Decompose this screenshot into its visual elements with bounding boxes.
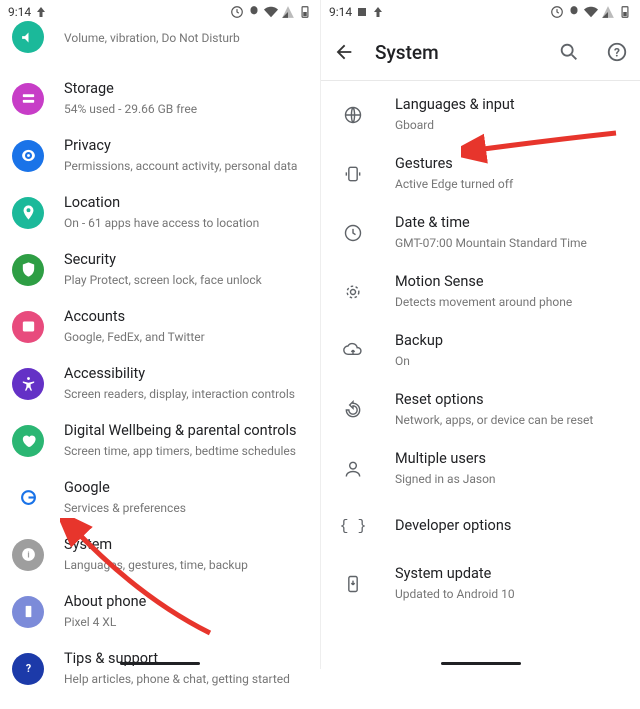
- item-title: Tips & support: [64, 650, 304, 669]
- item-title: Privacy: [64, 137, 304, 156]
- item-title: Motion Sense: [395, 273, 624, 292]
- motion-icon: [337, 276, 369, 308]
- item-title: System update: [395, 565, 624, 584]
- item-title: Accessibility: [64, 365, 304, 384]
- item-title: Reset options: [395, 391, 624, 410]
- system-settings-screen: 9:14 System ? Languages & input Gboard: [320, 0, 640, 669]
- item-sub: Detects movement around phone: [395, 294, 624, 310]
- settings-item-accessibility[interactable]: Accessibility Screen readers, display, i…: [0, 355, 320, 412]
- item-title: Date & time: [395, 214, 624, 233]
- item-title: Accounts: [64, 308, 304, 327]
- sound-icon: [12, 21, 44, 53]
- google-icon: [12, 482, 44, 514]
- status-time: 9:14: [8, 5, 31, 19]
- item-title: Gestures: [395, 155, 624, 174]
- item-sub: Updated to Android 10: [395, 586, 624, 602]
- settings-item-about[interactable]: About phone Pixel 4 XL: [0, 583, 320, 640]
- item-sub: 54% used - 29.66 GB free: [64, 101, 304, 117]
- system-item-users[interactable]: Multiple users Signed in as Jason: [321, 439, 640, 498]
- item-title: Digital Wellbeing & parental controls: [64, 422, 304, 441]
- status-bar: 9:14: [321, 0, 640, 24]
- item-sub: GMT-07:00 Mountain Standard Time: [395, 235, 624, 251]
- item-title: Google: [64, 479, 304, 498]
- settings-list: Volume, vibration, Do Not Disturb Storag…: [0, 14, 320, 709]
- item-sub: Permissions, account activity, personal …: [64, 158, 304, 174]
- status-icons: [550, 5, 632, 19]
- storage-icon: [12, 83, 44, 115]
- reset-icon: [337, 394, 369, 426]
- location-icon: [12, 197, 44, 229]
- item-sub: Play Protect, screen lock, face unlock: [64, 272, 304, 288]
- security-icon: [12, 254, 44, 286]
- backup-icon: [337, 335, 369, 367]
- item-title: Languages & input: [395, 96, 624, 115]
- item-sub: Gboard: [395, 117, 624, 133]
- item-sub: Network, apps, or device can be reset: [395, 412, 624, 428]
- settings-item-system[interactable]: i System Languages, gestures, time, back…: [0, 526, 320, 583]
- system-item-languages[interactable]: Languages & input Gboard: [321, 85, 640, 144]
- system-item-gestures[interactable]: Gestures Active Edge turned off: [321, 144, 640, 203]
- about-icon: [12, 596, 44, 628]
- gesture-icon: [337, 158, 369, 190]
- nav-pill[interactable]: [120, 662, 200, 665]
- system-item-update[interactable]: System update Updated to Android 10: [321, 554, 640, 613]
- dev-icon: { }: [337, 510, 369, 542]
- settings-item-privacy[interactable]: Privacy Permissions, account activity, p…: [0, 127, 320, 184]
- system-item-reset[interactable]: Reset options Network, apps, or device c…: [321, 380, 640, 439]
- item-title: About phone: [64, 593, 304, 612]
- settings-item-storage[interactable]: Storage 54% used - 29.66 GB free: [0, 70, 320, 127]
- item-title: Multiple users: [395, 450, 624, 469]
- header: System ?: [321, 24, 640, 80]
- settings-item-google[interactable]: Google Services & preferences: [0, 469, 320, 526]
- item-sub: Screen time, app timers, bedtime schedul…: [64, 443, 304, 459]
- item-title: Storage: [64, 80, 304, 99]
- item-sub: Help articles, phone & chat, getting sta…: [64, 671, 304, 687]
- item-title: Developer options: [395, 517, 624, 536]
- settings-item-security[interactable]: Security Play Protect, screen lock, face…: [0, 241, 320, 298]
- wellbeing-icon: [12, 425, 44, 457]
- settings-item-accounts[interactable]: Accounts Google, FedEx, and Twitter: [0, 298, 320, 355]
- item-sub: Active Edge turned off: [395, 176, 624, 192]
- clock-icon: [337, 217, 369, 249]
- globe-icon: [337, 99, 369, 131]
- settings-item-location[interactable]: Location On - 61 apps have access to loc…: [0, 184, 320, 241]
- system-list: Languages & input Gboard Gestures Active…: [321, 85, 640, 625]
- status-icons: [230, 5, 312, 19]
- system-item-backup[interactable]: Backup On: [321, 321, 640, 380]
- svg-text:?: ?: [614, 46, 620, 60]
- item-title: Security: [64, 251, 304, 270]
- back-icon[interactable]: [333, 41, 355, 63]
- header-title: System: [375, 41, 538, 64]
- item-sub: Signed in as Jason: [395, 471, 624, 487]
- item-sub: Google, FedEx, and Twitter: [64, 329, 304, 345]
- item-title: System: [64, 536, 304, 555]
- divider: [321, 80, 640, 81]
- user-icon: [337, 453, 369, 485]
- item-sub: Pixel 4 XL: [64, 614, 304, 630]
- settings-item-sound[interactable]: Volume, vibration, Do Not Disturb: [0, 14, 320, 70]
- item-title: Location: [64, 194, 304, 213]
- item-sub: Languages, gestures, time, backup: [64, 557, 304, 573]
- system-icon: i: [12, 539, 44, 571]
- system-item-developer[interactable]: { } Developer options: [321, 498, 640, 554]
- update-icon: [337, 568, 369, 600]
- item-sub: Services & preferences: [64, 500, 304, 516]
- system-item-datetime[interactable]: Date & time GMT-07:00 Mountain Standard …: [321, 203, 640, 262]
- item-sub: On - 61 apps have access to location: [64, 215, 304, 231]
- item-title: Backup: [395, 332, 624, 351]
- accessibility-icon: [12, 368, 44, 400]
- accounts-icon: [12, 311, 44, 343]
- privacy-icon: [12, 140, 44, 172]
- help-icon[interactable]: ?: [606, 41, 628, 63]
- svg-text:i: i: [27, 551, 29, 561]
- settings-item-wellbeing[interactable]: Digital Wellbeing & parental controls Sc…: [0, 412, 320, 469]
- search-icon[interactable]: [558, 41, 580, 63]
- settings-main-screen: 9:14 Volume, vibration, Do Not Disturb: [0, 0, 320, 669]
- item-sub: Screen readers, display, interaction con…: [64, 386, 304, 402]
- nav-pill[interactable]: [441, 662, 521, 665]
- item-sub: Volume, vibration, Do Not Disturb: [64, 30, 304, 46]
- system-item-motionsense[interactable]: Motion Sense Detects movement around pho…: [321, 262, 640, 321]
- status-time: 9:14: [329, 5, 352, 19]
- item-sub: On: [395, 353, 624, 369]
